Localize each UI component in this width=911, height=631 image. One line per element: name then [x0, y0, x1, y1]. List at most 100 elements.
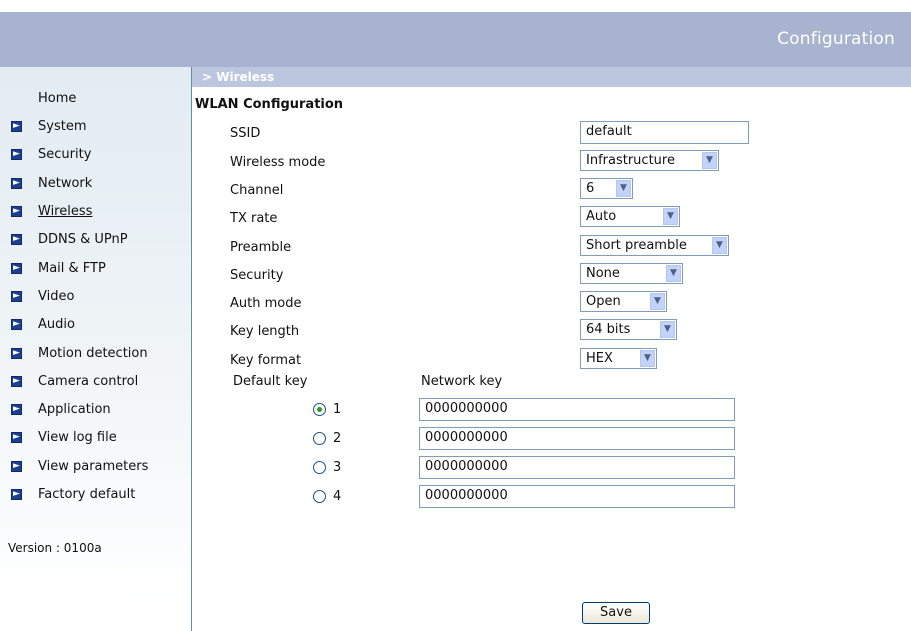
security-select[interactable]: None ▼	[580, 263, 683, 284]
arrow-right-icon: ►	[11, 178, 22, 189]
sidebar-item-label: Application	[38, 402, 111, 417]
default-key-number: 3	[333, 460, 342, 475]
sidebar-item-view-parameters[interactable]: ► View parameters	[0, 456, 190, 478]
sidebar-item-audio[interactable]: ► Audio	[0, 314, 190, 336]
security-label: Security	[230, 268, 284, 283]
channel-select[interactable]: 6 ▼	[580, 178, 633, 199]
sidebar-item-factory-default[interactable]: ► Factory default	[0, 484, 190, 506]
preamble-label: Preamble	[230, 240, 292, 255]
default-key-radio-4[interactable]	[313, 490, 326, 503]
auth-mode-value: Open	[586, 294, 621, 309]
auth-mode-select[interactable]: Open ▼	[580, 291, 667, 312]
key-length-value: 64 bits	[586, 322, 631, 337]
chevron-down-icon[interactable]: ▼	[666, 265, 681, 282]
network-key-input-1[interactable]: 0000000000	[419, 398, 735, 421]
sidebar-item-mail-ftp[interactable]: ► Mail & FTP	[0, 258, 190, 280]
wireless-mode-select[interactable]: Infrastructure ▼	[580, 150, 719, 171]
sidebar-item-motion-detection[interactable]: ► Motion detection	[0, 343, 190, 365]
default-key-radio-2[interactable]	[313, 432, 326, 445]
wireless-mode-label: Wireless mode	[230, 155, 326, 170]
sidebar-item-label: Video	[38, 289, 75, 304]
ssid-label: SSID	[230, 126, 261, 141]
arrow-right-icon: ►	[11, 461, 22, 472]
chevron-down-icon[interactable]: ▼	[650, 293, 665, 310]
sidebar-item-label: Factory default	[38, 487, 136, 502]
arrow-right-icon: ►	[11, 404, 22, 415]
preamble-value: Short preamble	[586, 238, 687, 253]
sidebar-item-wireless[interactable]: ► Wireless	[0, 201, 190, 223]
radio-selected-dot	[317, 407, 322, 412]
default-key-header: Default key	[233, 374, 308, 389]
sidebar-item-label: Motion detection	[38, 346, 148, 361]
network-key-header: Network key	[421, 374, 503, 389]
sidebar-item-label: Audio	[38, 317, 75, 332]
arrow-right-icon: ►	[11, 489, 22, 500]
arrow-right-icon: ►	[11, 319, 22, 330]
arrow-right-icon: ►	[11, 121, 22, 132]
chevron-down-icon[interactable]: ▼	[663, 208, 678, 225]
default-key-number: 4	[333, 489, 342, 504]
sidebar-item-label: Home	[38, 91, 77, 106]
sidebar-item-label: System	[38, 119, 87, 134]
header-bar: Configuration	[0, 12, 911, 67]
auth-mode-label: Auth mode	[230, 296, 302, 311]
sidebar-item-camera-control[interactable]: ► Camera control	[0, 371, 190, 393]
default-key-radio-1[interactable]	[313, 403, 326, 416]
channel-value: 6	[586, 181, 595, 196]
security-value: None	[586, 266, 620, 281]
breadcrumb: > Wireless	[202, 70, 275, 84]
default-key-radio-3[interactable]	[313, 461, 326, 474]
sidebar-item-label: Camera control	[38, 374, 139, 389]
network-key-input-2[interactable]: 0000000000	[419, 427, 735, 450]
sidebar-item-label: View log file	[38, 430, 117, 445]
chevron-down-icon[interactable]: ▼	[640, 350, 655, 367]
arrow-right-icon: ►	[11, 206, 22, 217]
default-key-number: 2	[333, 431, 342, 446]
tx-rate-value: Auto	[586, 209, 617, 224]
sidebar-item-security[interactable]: ► Security	[0, 144, 190, 166]
sidebar-item-label: Security	[38, 147, 92, 162]
sidebar-item-view-log-file[interactable]: ► View log file	[0, 427, 190, 449]
key-format-label: Key format	[230, 353, 302, 368]
arrow-right-icon: ►	[11, 234, 22, 245]
tx-rate-select[interactable]: Auto ▼	[580, 206, 680, 227]
arrow-right-icon: ►	[11, 149, 22, 160]
sidebar-item-system[interactable]: ► System	[0, 116, 190, 138]
sidebar-item-ddns-upnp[interactable]: ► DDNS & UPnP	[0, 229, 190, 251]
sidebar-item-label: Network	[38, 176, 93, 191]
arrow-right-icon: ►	[11, 348, 22, 359]
preamble-select[interactable]: Short preamble ▼	[580, 235, 729, 256]
key-format-select[interactable]: HEX ▼	[580, 348, 657, 369]
version-label: Version : 0100a	[8, 541, 102, 555]
sidebar-item-label: Mail & FTP	[38, 261, 106, 276]
key-length-select[interactable]: 64 bits ▼	[580, 319, 677, 340]
section-heading: WLAN Configuration	[195, 97, 344, 112]
arrow-right-icon: ►	[11, 376, 22, 387]
sidebar-item-network[interactable]: ► Network	[0, 173, 190, 195]
sidebar-item-home[interactable]: Home	[0, 88, 190, 110]
chevron-down-icon[interactable]: ▼	[712, 237, 727, 254]
ssid-input[interactable]: default	[580, 121, 749, 144]
arrow-right-icon: ►	[11, 263, 22, 274]
key-length-label: Key length	[230, 324, 300, 339]
wireless-mode-value: Infrastructure	[586, 153, 675, 168]
sidebar-item-application[interactable]: ► Application	[0, 399, 190, 421]
sidebar-item-label: DDNS & UPnP	[38, 232, 128, 247]
section-bar: > Wireless	[192, 67, 911, 87]
sidebar-item-label: View parameters	[38, 459, 149, 474]
sidebar-item-video[interactable]: ► Video	[0, 286, 190, 308]
page-title: Configuration	[777, 29, 895, 49]
network-key-input-3[interactable]: 0000000000	[419, 456, 735, 479]
default-key-number: 1	[333, 402, 342, 417]
chevron-down-icon[interactable]: ▼	[660, 321, 675, 338]
arrow-right-icon: ►	[11, 432, 22, 443]
key-format-value: HEX	[586, 351, 613, 366]
arrow-right-icon: ►	[11, 291, 22, 302]
chevron-down-icon[interactable]: ▼	[616, 180, 631, 197]
tx-rate-label: TX rate	[230, 211, 278, 226]
save-button[interactable]: Save	[582, 602, 650, 624]
sidebar-item-label: Wireless	[38, 204, 93, 219]
network-key-input-4[interactable]: 0000000000	[419, 485, 735, 508]
channel-label: Channel	[230, 183, 284, 198]
chevron-down-icon[interactable]: ▼	[702, 152, 717, 169]
